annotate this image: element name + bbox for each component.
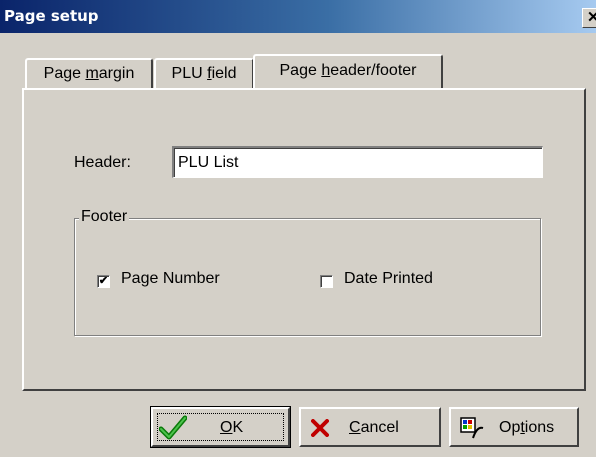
options-label: Options — [499, 419, 555, 436]
page-number-label[interactable]: Page Number — [121, 270, 220, 288]
date-printed-checkbox[interactable] — [320, 275, 333, 288]
options-icon — [460, 417, 484, 439]
checkmark-icon: ✔ — [98, 275, 109, 287]
title-bar: Page setup ✕ — [0, 0, 596, 33]
window-title: Page setup — [4, 7, 99, 25]
header-input[interactable] — [172, 146, 543, 178]
red-x-icon — [311, 419, 329, 437]
options-button[interactable]: Options — [449, 407, 579, 447]
footer-groupbox: Footer ✔ Page Number Date Printed — [74, 208, 541, 336]
tab-plu-field[interactable]: PLU field — [154, 58, 254, 88]
header-label: Header: — [74, 154, 131, 171]
date-printed-label[interactable]: Date Printed — [344, 270, 433, 288]
ok-button[interactable]: OK — [150, 406, 291, 448]
cancel-label: Cancel — [349, 419, 399, 436]
close-icon: ✕ — [587, 9, 596, 26]
cancel-button[interactable]: Cancel — [299, 407, 441, 447]
footer-legend: Footer — [79, 208, 130, 226]
page-number-checkbox[interactable]: ✔ — [97, 275, 110, 288]
close-button[interactable]: ✕ — [582, 8, 596, 28]
tab-page-header-footer[interactable]: Page header/footer — [253, 54, 443, 88]
tab-panel: Header: Footer ✔ Page Number Date Printe… — [22, 88, 586, 391]
tab-page-margin[interactable]: Page margin — [25, 58, 153, 88]
green-checkmark-icon — [159, 415, 187, 440]
ok-label: OK — [220, 419, 244, 436]
